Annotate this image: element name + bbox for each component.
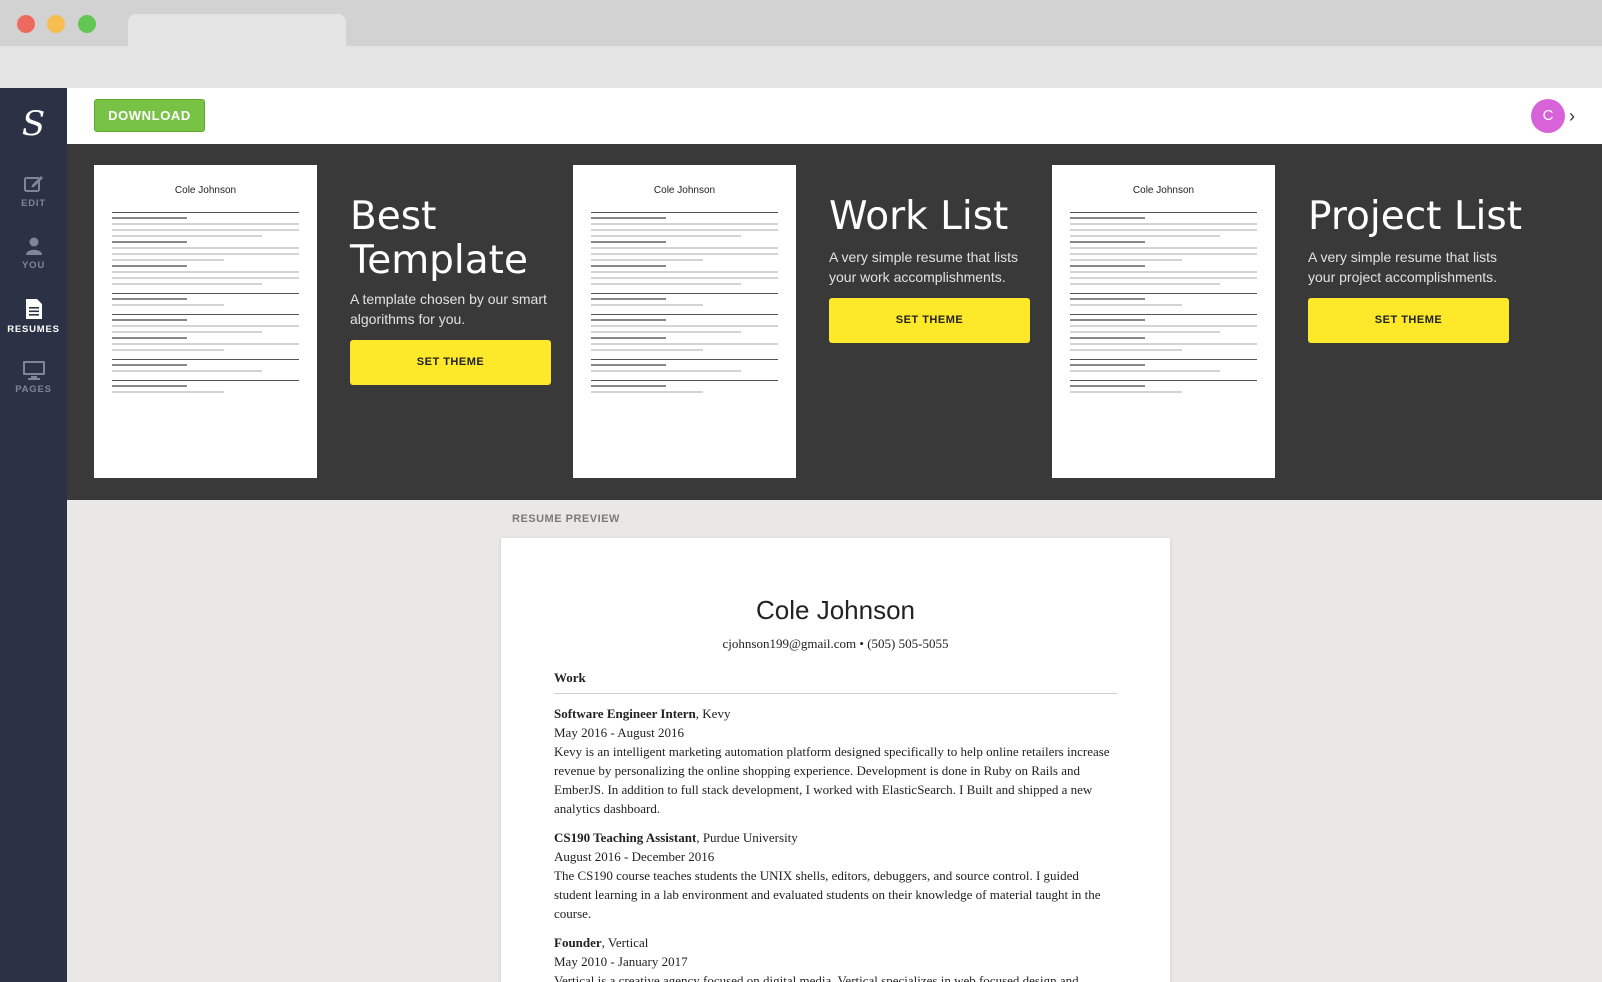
theme-description: A very simple resume that lists your wor… [829, 249, 1019, 285]
resume-entry: CS190 Teaching Assistant, Purdue Univers… [554, 828, 1117, 923]
theme-title: Project List [1308, 194, 1523, 239]
top-bar: DOWNLOAD C › [67, 88, 1602, 144]
theme-description: A very simple resume that lists your pro… [1308, 249, 1498, 285]
browser-chrome [0, 0, 1602, 88]
chevron-right-icon[interactable]: › [1569, 104, 1575, 128]
entry-role: CS190 Teaching Assistant [554, 830, 697, 845]
user-icon [0, 236, 67, 256]
set-theme-button[interactable]: SET THEME [829, 298, 1030, 343]
resume-entry: Software Engineer Intern, Kevy May 2016 … [554, 704, 1117, 818]
theme-thumbnail[interactable]: Cole Johnson [94, 165, 317, 478]
set-theme-button[interactable]: SET THEME [350, 340, 551, 385]
resume-preview-label: RESUME PREVIEW [512, 513, 620, 525]
window-maximize-button[interactable] [78, 15, 96, 33]
thumbnail-name: Cole Johnson [1132, 185, 1195, 196]
thumbnail-name: Cole Johnson [174, 185, 237, 196]
entry-dates: August 2016 - December 2016 [554, 849, 715, 864]
avatar[interactable]: C [1531, 99, 1565, 133]
theme-description: A template chosen by our smart algorithm… [350, 291, 547, 327]
resume-contact: cjohnson199@gmail.com • (505) 505-5055 [722, 636, 949, 651]
entry-dates: May 2016 - August 2016 [554, 725, 684, 740]
resume-paper: Cole Johnson cjohnson199@gmail.com • (50… [501, 538, 1170, 982]
entry-org: , Purdue University [696, 830, 798, 845]
sidebar-item-label: YOU [22, 260, 45, 271]
entry-role: Software Engineer Intern [554, 706, 696, 721]
theme-title: Work List [829, 194, 1009, 239]
resume-section-heading: Work [554, 670, 1117, 694]
entry-role: Founder [554, 935, 602, 950]
resume-entry: Founder, Vertical May 2010 - January 201… [554, 933, 1117, 982]
sidebar-item-resumes[interactable]: RESUMES [0, 298, 67, 354]
sidebar-item-label: PAGES [15, 384, 52, 395]
entry-description: The CS190 course teaches students the UN… [554, 868, 1101, 921]
sidebar-item-edit[interactable]: EDIT [0, 174, 67, 230]
download-button[interactable]: DOWNLOAD [94, 99, 205, 132]
theme-card-work-list: Cole Johnson Work List A very simple res… [573, 165, 1063, 478]
entry-org: , Vertical [601, 935, 649, 950]
entry-description: Vertical is a creative agency focused on… [554, 973, 1079, 982]
thumbnail-name: Cole Johnson [653, 185, 716, 196]
theme-card-best-template: Cole Johnson Best Template A template ch… [94, 165, 584, 478]
document-icon [0, 298, 67, 320]
browser-tab[interactable] [128, 14, 346, 46]
window-close-button[interactable] [17, 15, 35, 33]
theme-card-project-list: Cole Johnson Project List A very simple … [1052, 165, 1542, 478]
sidebar-item-label: RESUMES [7, 324, 60, 335]
resume-preview-area: RESUME PREVIEW Cole Johnson cjohnson199@… [67, 500, 1602, 982]
sidebar-item-pages[interactable]: PAGES [0, 360, 67, 416]
theme-title: Best Template [350, 194, 528, 283]
entry-dates: May 2010 - January 2017 [554, 954, 688, 969]
monitor-icon [0, 360, 67, 380]
app-logo[interactable]: S [0, 100, 67, 148]
set-theme-button[interactable]: SET THEME [1308, 298, 1509, 343]
entry-org: , Kevy [695, 706, 731, 721]
sidebar-item-you[interactable]: YOU [0, 236, 67, 292]
edit-icon [0, 174, 67, 194]
theme-thumbnail[interactable]: Cole Johnson [573, 165, 796, 478]
theme-gallery: Cole Johnson Best Template A template ch… [67, 144, 1602, 500]
theme-thumbnail[interactable]: Cole Johnson [1052, 165, 1275, 478]
resume-name: Cole Johnson [756, 595, 915, 625]
window-minimize-button[interactable] [47, 15, 65, 33]
entry-description: Kevy is an intelligent marketing automat… [554, 744, 1110, 816]
sidebar-item-label: EDIT [21, 198, 46, 209]
sidebar: S EDIT YOU RESUMES PAGES [0, 88, 67, 982]
